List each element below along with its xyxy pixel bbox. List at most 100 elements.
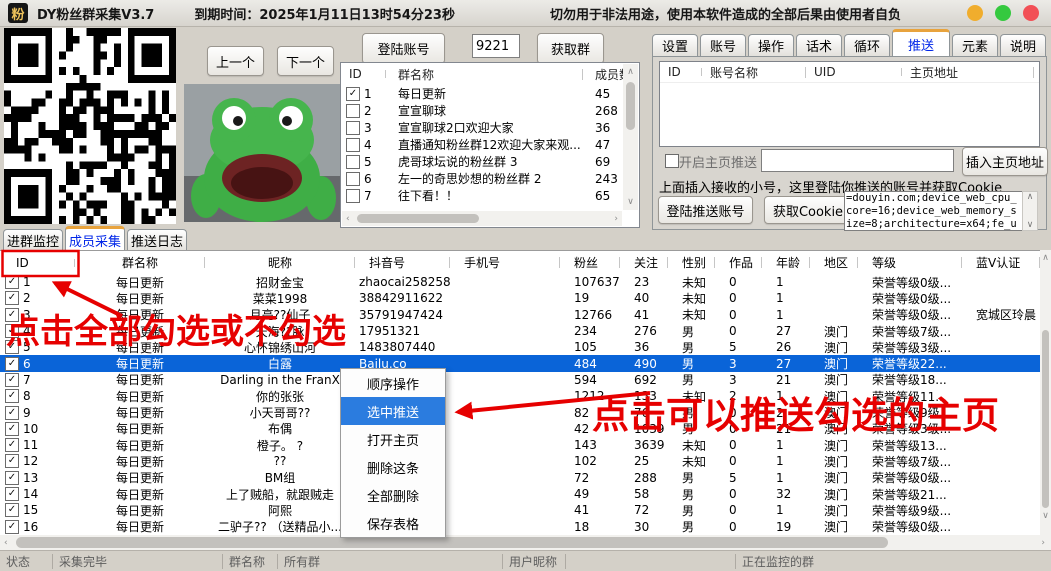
tab-设置[interactable]: 设置 (652, 34, 698, 56)
tab-进群监控[interactable]: 进群监控 (3, 229, 63, 251)
menu-item-顺序操作[interactable]: 顺序操作 (341, 369, 445, 397)
column-header[interactable]: 群名称 (75, 254, 205, 271)
member-vscrollbar[interactable]: ∧ ∨ (1040, 250, 1051, 535)
scroll-up-icon[interactable]: ∧ (1027, 192, 1034, 202)
column-header[interactable]: 蓝V认证 (962, 254, 1040, 271)
home-url-input[interactable] (761, 149, 954, 172)
scroll-left-icon[interactable]: ‹ (346, 214, 350, 224)
table-row[interactable]: ✓2每日更新菜菜1998388429116221940未知01荣誉等级0级... (0, 290, 1040, 306)
table-row[interactable]: ✓10每日更新布偶421039男021澳门荣誉等级3级... (0, 421, 1040, 437)
table-row[interactable]: ✓1每日更新45 (341, 85, 639, 102)
tab-话术[interactable]: 话术 (796, 34, 842, 56)
member-hscroll-thumb[interactable] (16, 537, 888, 548)
table-row[interactable]: ✓6每日更新白露Bailu.co484490男327澳门荣誉等级22... (0, 355, 1040, 371)
home-push-checkbox[interactable] (665, 154, 679, 168)
row-checkbox[interactable]: ✓ (5, 389, 19, 403)
column-header[interactable]: 性别 (668, 254, 715, 271)
scroll-up-icon[interactable]: ∧ (623, 67, 638, 77)
row-checkbox[interactable]: ✓ (5, 520, 19, 534)
column-header[interactable]: 年龄 (762, 254, 810, 271)
tab-账号[interactable]: 账号 (700, 34, 746, 56)
table-row[interactable]: ✓12每日更新??10225未知01澳门荣誉等级7级... (0, 453, 1040, 469)
get-cookie-button[interactable]: 获取Cookie (764, 196, 852, 224)
table-row[interactable]: ✓7每日更新Darling in the FranX594692男321澳门荣誉… (0, 372, 1040, 388)
row-checkbox[interactable]: ✓ (5, 308, 19, 322)
table-row[interactable]: 4直播通知粉丝群12欢迎大家来观...47 (341, 136, 639, 153)
minimize-button[interactable] (967, 5, 983, 21)
table-row[interactable]: ✓1每日更新招财金宝zhaocai25825810763723未知01荣誉等级0… (0, 274, 1040, 290)
row-checkbox[interactable]: ✓ (5, 503, 19, 517)
column-header[interactable]: ID (341, 67, 386, 81)
tab-推送日志[interactable]: 推送日志 (127, 229, 187, 251)
menu-item-删除这条[interactable]: 删除这条 (341, 453, 445, 481)
table-row[interactable]: 5虎哥球坛说的粉丝群 369 (341, 153, 639, 170)
row-checkbox[interactable]: ✓ (5, 471, 19, 485)
row-checkbox[interactable]: ✓ (5, 324, 19, 338)
group-hscroll-thumb[interactable] (357, 214, 479, 223)
cookie-textarea[interactable]: =douyin.com;device_web_cpu_core=16;devic… (844, 191, 1024, 231)
table-row[interactable]: ✓16每日更新二驴子?? （送精品小...1830男019澳门荣誉等级0级... (0, 518, 1040, 534)
row-checkbox[interactable]: ✓ (5, 406, 19, 420)
row-checkbox[interactable] (346, 189, 360, 203)
next-button[interactable]: 下一个 (277, 46, 334, 76)
maximize-button[interactable] (995, 5, 1011, 21)
row-checkbox[interactable]: ✓ (5, 487, 19, 501)
row-checkbox[interactable] (346, 138, 360, 152)
column-header[interactable]: 账号名称 (702, 64, 806, 81)
table-row[interactable]: ✓4每日更新天海??脉17951321234276男027澳门荣誉等级7级... (0, 323, 1040, 339)
tab-成员采集[interactable]: 成员采集 (65, 226, 125, 251)
tab-元素[interactable]: 元素 (952, 34, 998, 56)
group-id-input[interactable] (472, 34, 520, 58)
scroll-down-icon[interactable]: ∨ (1027, 220, 1034, 230)
row-checkbox[interactable]: ✓ (5, 422, 19, 436)
column-header[interactable]: 关注 (620, 254, 668, 271)
prev-button[interactable]: 上一个 (207, 46, 264, 76)
scroll-down-icon[interactable]: ∨ (623, 197, 638, 207)
column-header[interactable]: 昵称 (205, 254, 355, 271)
table-row[interactable]: ✓15每日更新阿熙4172男01澳门荣誉等级9级... (0, 502, 1040, 518)
column-header[interactable]: 作品 (715, 254, 762, 271)
login-push-button[interactable]: 登陆推送账号 (658, 196, 753, 224)
row-checkbox[interactable]: ✓ (5, 454, 19, 468)
scroll-left-icon[interactable]: ‹ (4, 538, 8, 548)
cookie-scrollbar[interactable]: ∧∨ (1022, 191, 1038, 231)
tab-操作[interactable]: 操作 (748, 34, 794, 56)
member-hscrollbar[interactable]: ‹ › (0, 535, 1051, 550)
group-vscroll-thumb[interactable] (626, 82, 635, 130)
insert-home-button[interactable]: 插入主页地址 (962, 147, 1048, 176)
group-vscrollbar[interactable]: ∧ ∨ (623, 64, 638, 210)
table-row[interactable]: 6左一的奇思妙想的粉丝群 2243 (341, 170, 639, 187)
row-checkbox[interactable] (346, 121, 360, 135)
scroll-down-icon[interactable]: ∨ (1040, 511, 1051, 521)
table-row[interactable]: ✓5每日更新心怀锦绣山河148380744010536男526澳门荣誉等级3级.… (0, 339, 1040, 355)
column-header[interactable]: 地区 (810, 254, 858, 271)
table-row[interactable]: ✓9每日更新小天哥哥??8276男02澳门荣誉等级9级... (0, 404, 1040, 420)
get-group-button[interactable]: 获取群 (537, 33, 604, 64)
row-checkbox[interactable]: ✓ (5, 291, 19, 305)
column-header[interactable]: 主页地址 (902, 64, 1034, 81)
scroll-right-icon[interactable]: › (1041, 538, 1045, 548)
scroll-up-icon[interactable]: ∧ (1040, 253, 1051, 263)
tab-说明[interactable]: 说明 (1000, 34, 1046, 56)
column-header[interactable]: 群名称 (386, 66, 583, 83)
table-row[interactable]: 2宣宣聊球268 (341, 102, 639, 119)
menu-item-选中推送[interactable]: 选中推送 (341, 397, 445, 425)
close-button[interactable] (1023, 5, 1039, 21)
group-hscrollbar[interactable]: ‹ › (342, 211, 622, 226)
table-row[interactable]: ✓11每日更新橙子。 ?1433639未知01澳门荣誉等级13... (0, 437, 1040, 453)
row-checkbox[interactable]: ✓ (5, 373, 19, 387)
menu-item-保存表格[interactable]: 保存表格 (341, 509, 445, 537)
row-checkbox[interactable]: ✓ (5, 275, 19, 289)
row-checkbox[interactable]: ✓ (5, 357, 19, 371)
scroll-right-icon[interactable]: › (614, 214, 618, 224)
member-vscroll-thumb[interactable] (1042, 330, 1049, 508)
column-header[interactable]: UID (806, 65, 902, 79)
column-header[interactable]: 等级 (858, 254, 962, 271)
table-row[interactable]: 3宣宣聊球2口欢迎大家36 (341, 119, 639, 136)
menu-item-全部删除[interactable]: 全部删除 (341, 481, 445, 509)
table-row[interactable]: ✓8每日更新你的张张1212133未知21澳门荣誉等级11... (0, 388, 1040, 404)
menu-item-打开主页[interactable]: 打开主页 (341, 425, 445, 453)
table-row[interactable]: ✓3每日更新月亮??仙子357919474241276641未知01荣誉等级0级… (0, 307, 1040, 323)
row-checkbox[interactable]: ✓ (5, 438, 19, 452)
row-checkbox[interactable]: ✓ (346, 87, 360, 101)
